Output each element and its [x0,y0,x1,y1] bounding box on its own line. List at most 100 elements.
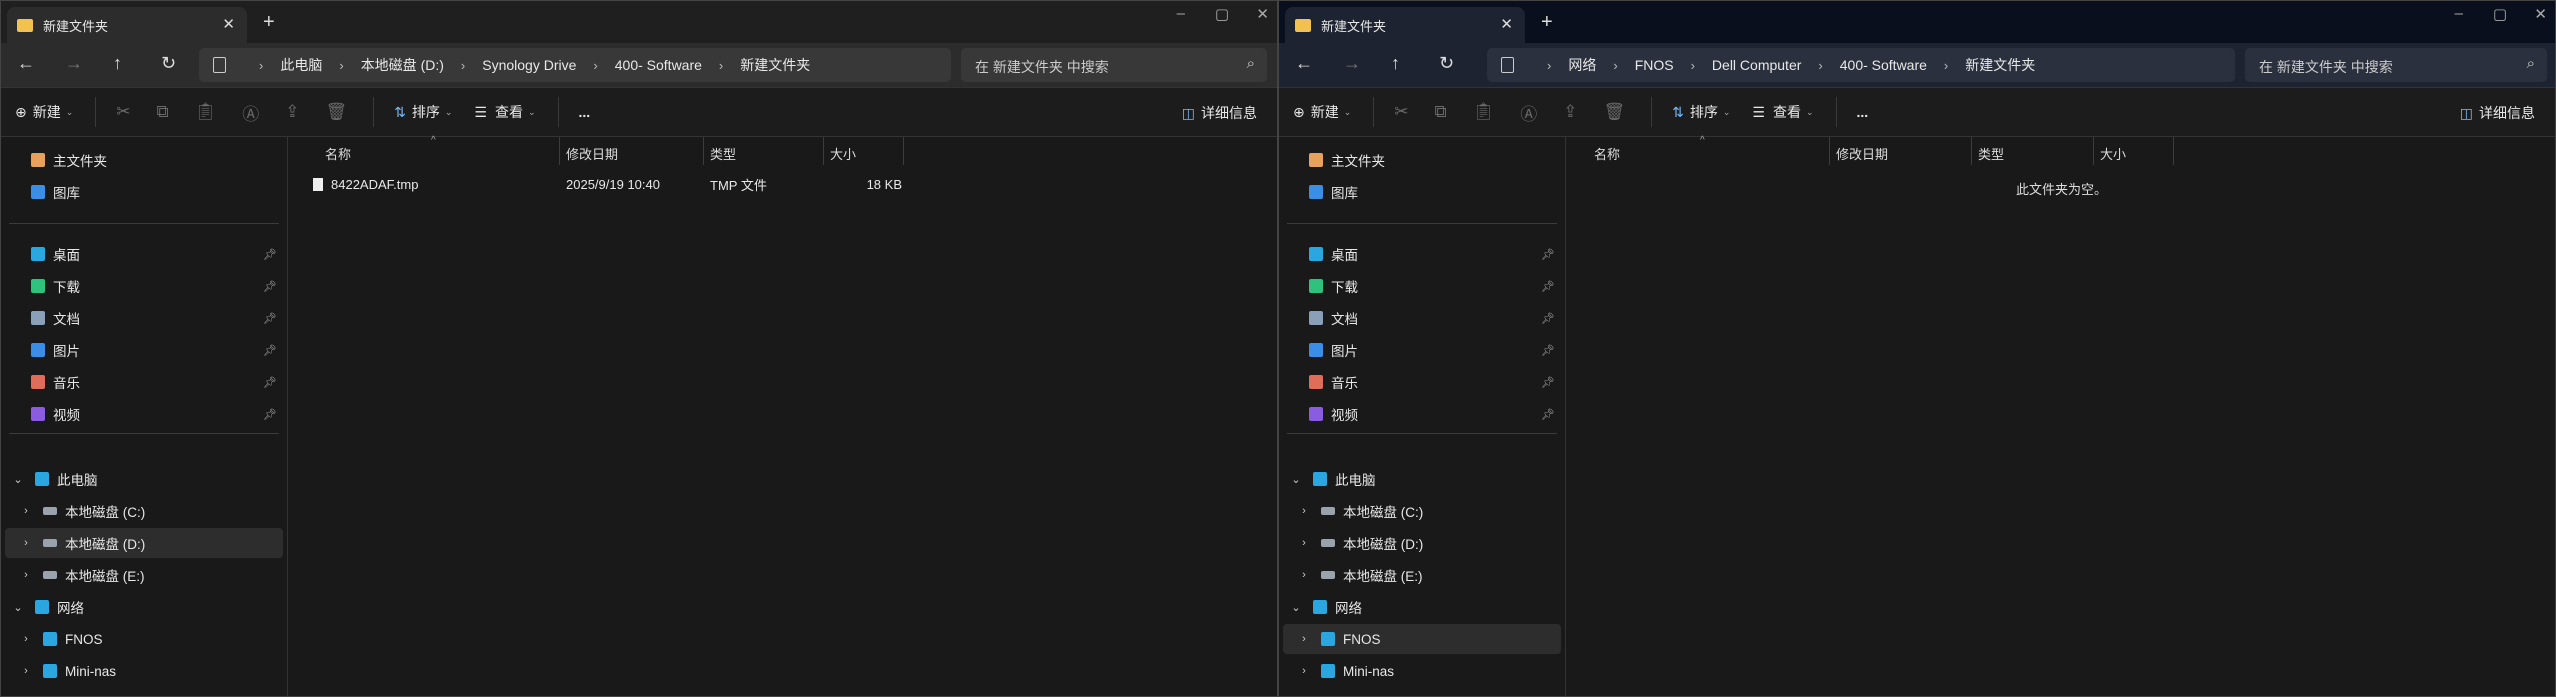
sidebar-item[interactable]: 桌面 📌︎ [5,239,283,269]
pin-icon[interactable]: 📌︎ [263,408,277,421]
chevron-right-icon[interactable]: › [19,665,33,677]
tree-item[interactable]: ⌄ 网络 [1283,592,1561,622]
column-header[interactable]: 名称 [319,137,560,165]
close-window-button[interactable]: ✕ [2534,5,2547,23]
sidebar-item[interactable]: 下载 📌︎ [1283,271,1561,301]
chevron-right-icon[interactable]: › [19,505,33,517]
chevron-down-icon[interactable]: ⌄ [11,601,25,614]
search-input[interactable]: 在 新建文件夹 中搜索 ⌕ [2245,48,2547,82]
sort-button[interactable]: ⇅ 排序 ⌄ [394,102,452,122]
pin-icon[interactable]: 📌︎ [263,248,277,261]
chevron-right-icon[interactable]: › [1297,569,1311,581]
tree-item[interactable]: › 本地磁盘 (D:) [1283,528,1561,558]
pin-icon[interactable]: 📌︎ [1541,408,1555,421]
breadcrumb-item[interactable]: 400- Software [615,57,702,73]
tree-item[interactable]: › FNOS [1283,624,1561,654]
pin-icon[interactable]: 📌︎ [263,376,277,389]
tree-item[interactable]: › 本地磁盘 (C:) [1283,496,1561,526]
tab-current[interactable]: 新建文件夹 ✕ [7,7,247,43]
breadcrumb-item[interactable]: Dell Computer [1712,57,1801,73]
more-options-button[interactable]: ... [1857,104,1869,120]
sidebar-item[interactable]: 图库 [1283,177,1561,207]
maximize-button[interactable]: ▢ [1215,5,1229,23]
breadcrumb-item[interactable]: 此电脑 [280,55,322,75]
sidebar-item[interactable]: 音乐 📌︎ [1283,367,1561,397]
close-window-button[interactable]: ✕ [1256,5,1269,23]
pin-icon[interactable]: 📌︎ [1541,376,1555,389]
rename-icon[interactable]: Ⓐ [1520,100,1537,125]
tree-item[interactable]: ⌄ 网络 [5,592,283,622]
column-header[interactable]: 类型 [1972,137,2094,165]
column-header[interactable]: 大小 [2094,137,2174,165]
pin-icon[interactable]: 📌︎ [1541,344,1555,357]
search-input[interactable]: 在 新建文件夹 中搜索 ⌕ [961,48,1267,82]
chevron-right-icon[interactable]: › [339,58,343,73]
chevron-right-icon[interactable]: › [19,569,33,581]
pin-icon[interactable]: 📌︎ [1541,280,1555,293]
breadcrumb-item[interactable]: FNOS [1635,57,1674,73]
pin-icon[interactable]: 📌︎ [1541,312,1555,325]
chevron-right-icon[interactable]: › [1297,537,1311,549]
chevron-right-icon[interactable]: › [593,58,597,73]
tree-item[interactable]: › Mini-nas [1283,656,1561,686]
minimize-button[interactable]: – [2455,5,2463,22]
close-tab-icon[interactable]: ✕ [1500,15,1513,33]
share-icon[interactable]: ⇪ [285,102,299,122]
up-button[interactable]: ↑ [1391,53,1400,74]
paste-icon[interactable]: 📋︎ [1473,102,1495,122]
chevron-right-icon[interactable]: › [461,58,465,73]
delete-icon[interactable]: 🗑︎ [1604,102,1626,122]
refresh-button[interactable]: ↻ [1439,53,1454,74]
breadcrumb-item[interactable]: 新建文件夹 [740,55,810,75]
chevron-right-icon[interactable]: › [1944,58,1948,73]
column-header[interactable]: 类型 [704,137,824,165]
chevron-down-icon[interactable]: ⌄ [1289,473,1303,486]
tree-item[interactable]: › Mini-nas [5,656,283,686]
maximize-button[interactable]: ▢ [2493,5,2507,23]
breadcrumb-item[interactable]: 网络 [1568,55,1596,75]
tree-item[interactable]: › 本地磁盘 (E:) [1283,560,1561,590]
chevron-down-icon[interactable]: ⌄ [1289,601,1303,614]
copy-icon[interactable]: ⧉ [1435,102,1447,122]
tree-item[interactable]: › 本地磁盘 (E:) [5,560,283,590]
sidebar-item[interactable]: 主文件夹 [5,145,283,175]
forward-button[interactable]: → [1343,53,1361,74]
forward-button[interactable]: → [65,53,83,74]
chevron-right-icon[interactable]: › [19,633,33,645]
chevron-right-icon[interactable]: › [719,58,723,73]
chevron-right-icon[interactable]: › [19,537,33,549]
chevron-right-icon[interactable]: › [1818,58,1822,73]
chevron-right-icon[interactable]: › [1547,58,1551,73]
minimize-button[interactable]: – [1177,5,1185,22]
column-header[interactable]: 修改日期 [1830,137,1972,165]
chevron-right-icon[interactable]: › [1691,58,1695,73]
chevron-right-icon[interactable]: › [1297,633,1311,645]
cut-icon[interactable]: ✂ [116,102,130,122]
new-button[interactable]: ⊕ 新建 ⌄ [1293,102,1351,122]
sidebar-item[interactable]: 主文件夹 [1283,145,1561,175]
sidebar-item[interactable]: 视频 📌︎ [5,399,283,429]
column-header[interactable]: 名称 [1588,137,1830,165]
chevron-down-icon[interactable]: ⌄ [11,473,25,486]
pin-icon[interactable]: 📌︎ [263,344,277,357]
tree-item[interactable]: › 本地磁盘 (C:) [5,496,283,526]
tree-item[interactable]: › FNOS [5,624,283,654]
new-button[interactable]: ⊕ 新建 ⌄ [15,102,73,122]
chevron-right-icon[interactable]: › [1297,665,1311,677]
sidebar-item[interactable]: 音乐 📌︎ [5,367,283,397]
sidebar-item[interactable]: 视频 📌︎ [1283,399,1561,429]
breadcrumb-item[interactable]: Synology Drive [482,57,576,73]
view-button[interactable]: ☰ 查看 ⌄ [1752,102,1813,122]
pin-icon[interactable]: 📌︎ [1541,248,1555,261]
chevron-right-icon[interactable]: › [1613,58,1617,73]
column-header[interactable]: 大小 [824,137,904,165]
pin-icon[interactable]: 📌︎ [263,280,277,293]
chevron-right-icon[interactable]: › [1297,505,1311,517]
breadcrumb[interactable]: › 此电脑 › 本地磁盘 (D:) › Synology Drive › 400- Softw… [199,48,951,82]
close-tab-icon[interactable]: ✕ [222,15,235,33]
sidebar-item[interactable]: 下载 📌︎ [5,271,283,301]
paste-icon[interactable]: 📋︎ [195,102,217,122]
up-button[interactable]: ↑ [113,53,122,74]
tab-current[interactable]: 新建文件夹 ✕ [1285,7,1525,43]
cut-icon[interactable]: ✂ [1394,102,1408,122]
